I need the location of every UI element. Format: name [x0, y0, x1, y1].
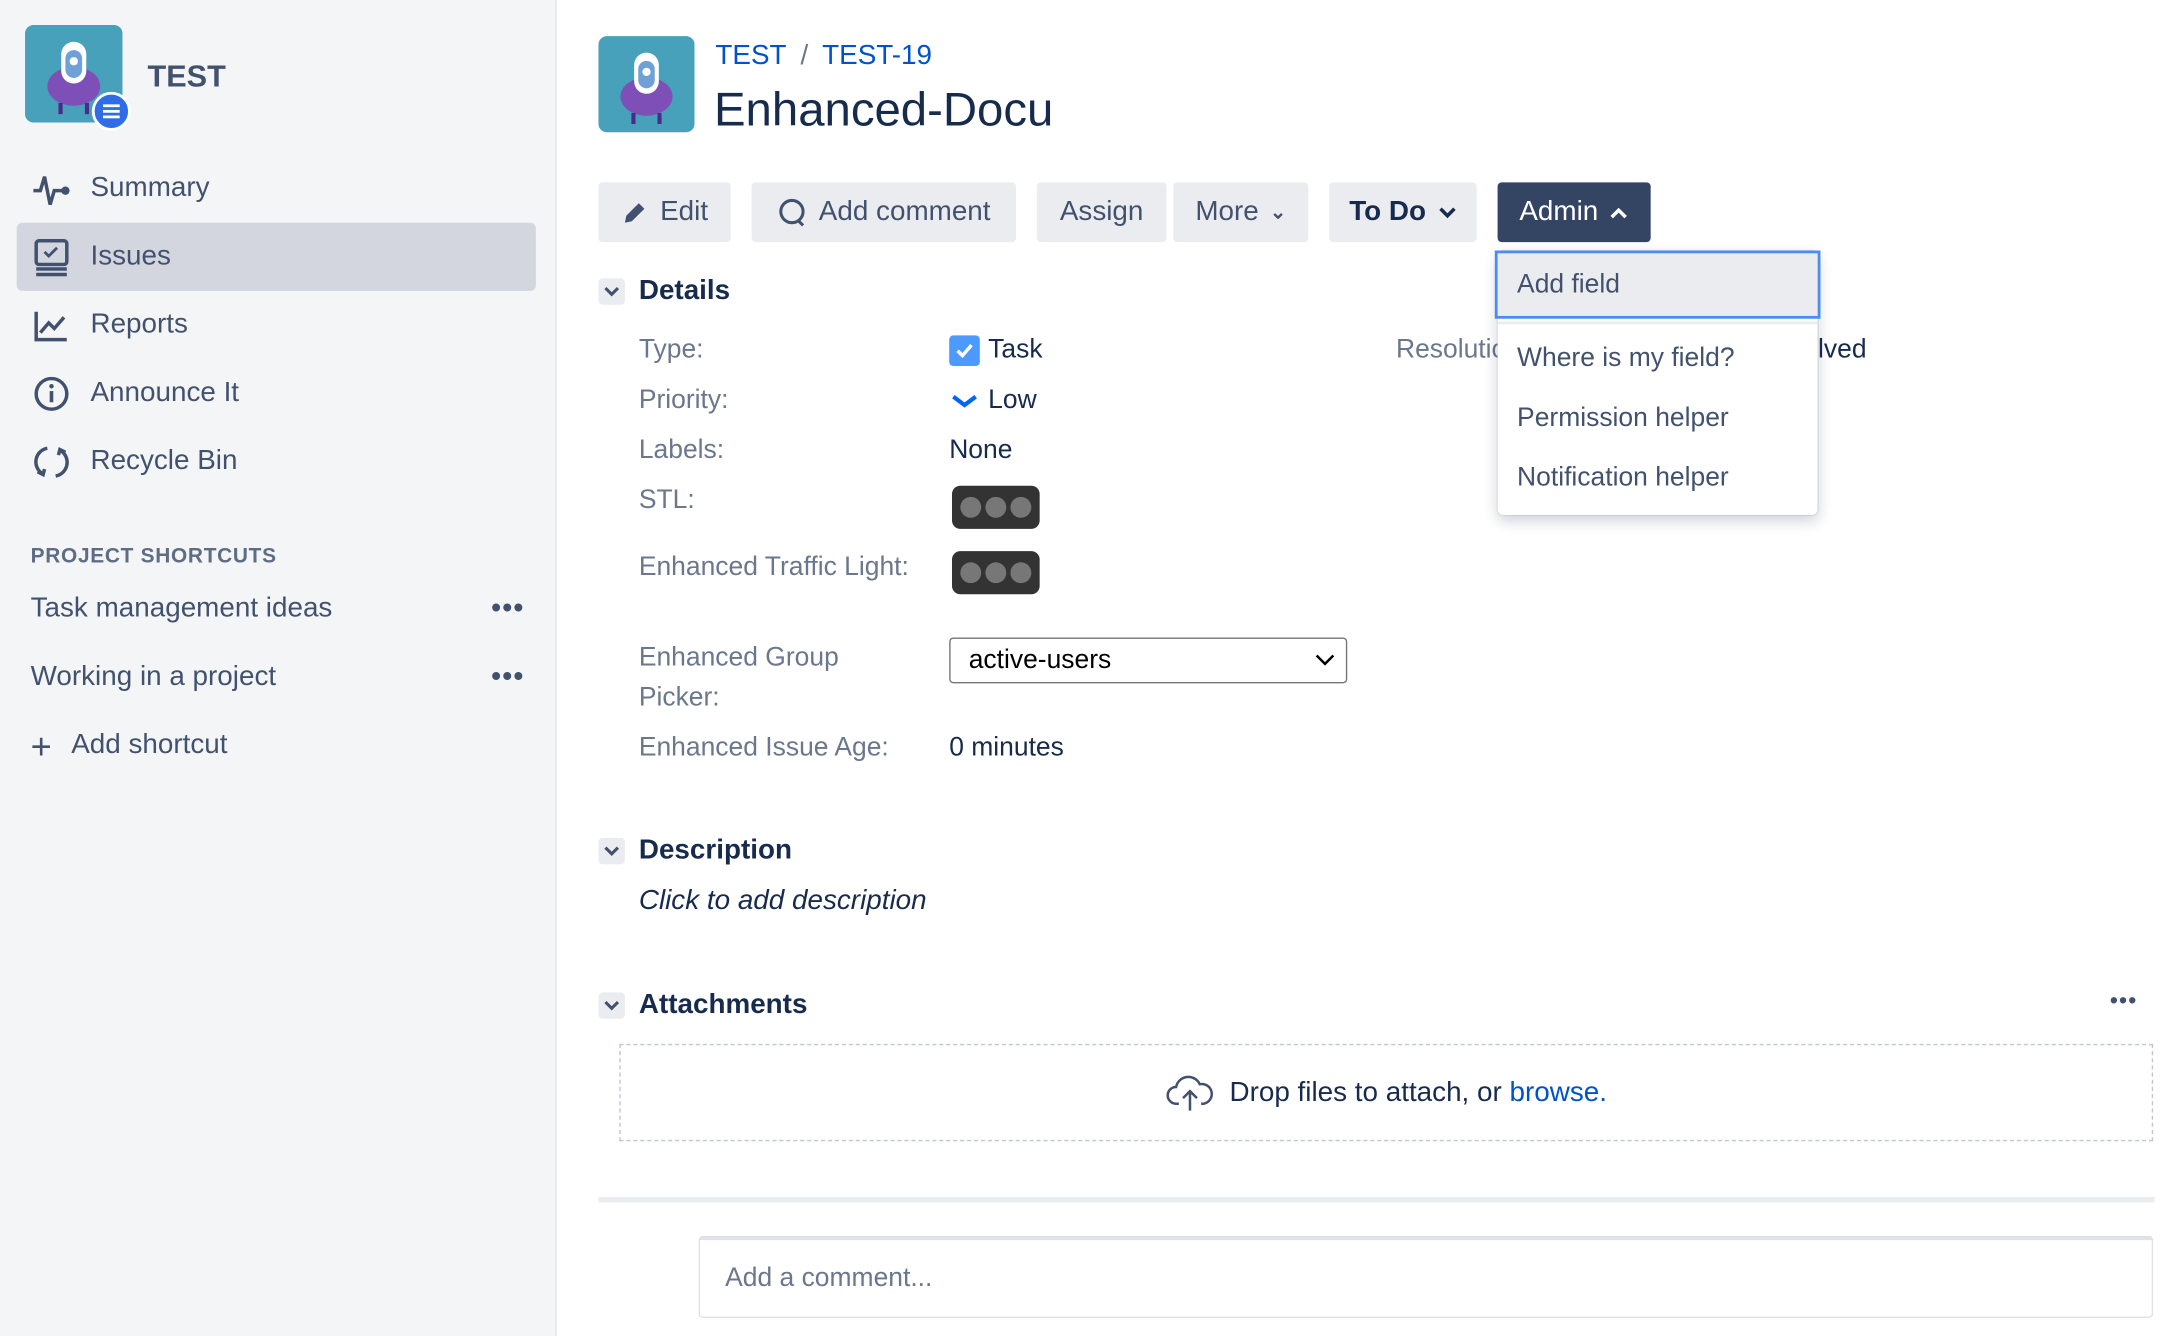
- type-value: Task: [949, 330, 1043, 370]
- labels-value: None: [949, 435, 1013, 465]
- sidebar-item-label: Summary: [90, 172, 210, 204]
- chevron-up-icon: [1610, 207, 1628, 218]
- chevron-down-icon: [1315, 654, 1335, 666]
- issue-age-label: Enhanced Issue Age:: [638, 733, 889, 763]
- project-name: TEST: [147, 58, 226, 94]
- edit-label: Edit: [660, 196, 709, 227]
- divider: [598, 1196, 2155, 1203]
- admin-dropdown-menu: Add field Where is my field? Permission …: [1494, 250, 1821, 515]
- issue-project-avatar: [598, 36, 695, 133]
- group-picker-label: Enhanced Group Picker:: [638, 643, 839, 713]
- activity-icon: [33, 175, 70, 205]
- attachments-section-toggle[interactable]: Attachments: [598, 990, 807, 1022]
- breadcrumb-issue[interactable]: TEST-19: [822, 40, 932, 72]
- details-section-toggle[interactable]: Details: [598, 276, 730, 308]
- sidebar: TEST Summary Issues Reports Announce It …: [0, 0, 557, 1336]
- status-label: To Do: [1349, 196, 1427, 227]
- issues-icon: [34, 238, 69, 276]
- chevron-down-icon: [598, 992, 625, 1019]
- sidebar-item-label: Announce It: [90, 377, 240, 408]
- drop-text: Drop files to attach, or: [1229, 1076, 1510, 1108]
- sidebar-item-label: Reports: [90, 308, 188, 340]
- sidebar-item-issues[interactable]: Issues: [16, 222, 536, 291]
- breadcrumb-project[interactable]: TEST: [715, 40, 786, 72]
- add-comment-label: Add comment: [818, 196, 991, 227]
- stl-traffic-light[interactable]: [951, 485, 1040, 529]
- browse-link[interactable]: browse.: [1510, 1077, 1607, 1108]
- group-picker-value: active-users: [968, 645, 1112, 675]
- chevron-down-icon: [598, 837, 625, 865]
- menu-item-add-field[interactable]: Add field: [1494, 250, 1821, 319]
- description-placeholder[interactable]: Click to add description: [639, 885, 927, 917]
- labels-label: Labels:: [638, 435, 725, 465]
- type-label: Type:: [638, 335, 704, 365]
- chevron-down-icon: ⌄: [1269, 200, 1287, 223]
- sidebar-item-label: Recycle Bin: [90, 445, 238, 476]
- task-icon: [949, 334, 980, 366]
- attachments-more-icon[interactable]: •••: [2110, 990, 2138, 1015]
- group-picker-select[interactable]: active-users: [949, 637, 1348, 684]
- menu-item-label: Notification helper: [1517, 463, 1729, 493]
- issue-age-value: 0 minutes: [949, 733, 1064, 763]
- menu-item-notification-helper[interactable]: Notification helper: [1498, 451, 1818, 507]
- menu-item-where-is-my-field[interactable]: Where is my field?: [1498, 331, 1818, 387]
- add-shortcut-button[interactable]: + Add shortcut: [30, 724, 525, 767]
- pencil-icon: [625, 202, 645, 222]
- more-label: More: [1195, 196, 1259, 227]
- shortcut-label[interactable]: Task management ideas: [31, 593, 333, 625]
- comment-icon: [779, 198, 806, 226]
- attachment-dropzone[interactable]: Drop files to attach, or browse.: [619, 1043, 2154, 1142]
- comment-input[interactable]: Add a comment...: [698, 1235, 2154, 1319]
- breadcrumb: TEST / TEST-19: [715, 40, 932, 72]
- menu-item-permission-helper[interactable]: Permission helper: [1498, 391, 1818, 447]
- sidebar-item-reports[interactable]: Reports: [17, 291, 536, 359]
- description-heading: Description: [638, 835, 792, 866]
- shortcut-item[interactable]: Task management ideas •••: [31, 593, 525, 625]
- sidebar-item-recycle-bin[interactable]: Recycle Bin: [17, 427, 536, 495]
- chart-icon: [34, 311, 67, 341]
- assign-label: Assign: [1059, 196, 1144, 227]
- priority-value: Low: [949, 380, 1037, 420]
- chevron-down-icon: [1438, 206, 1456, 218]
- admin-label: Admin: [1519, 196, 1599, 227]
- more-button[interactable]: More ⌄: [1173, 182, 1309, 243]
- cloud-upload-icon: [1167, 1075, 1214, 1111]
- details-heading: Details: [638, 275, 731, 307]
- priority-low-icon: [952, 394, 977, 407]
- menu-item-label: Permission helper: [1517, 403, 1729, 433]
- traffic-light-label: Enhanced Traffic Light:: [638, 552, 909, 582]
- sidebar-item-summary[interactable]: Summary: [17, 154, 536, 222]
- plus-icon: +: [30, 724, 52, 767]
- info-icon: [34, 376, 69, 411]
- priority-text: Low: [988, 385, 1037, 415]
- recycle-icon: [34, 445, 69, 478]
- edit-button[interactable]: Edit: [598, 182, 731, 243]
- priority-label: Priority:: [638, 385, 729, 415]
- assign-button[interactable]: Assign: [1036, 182, 1167, 243]
- menu-item-label: Where is my field?: [1517, 343, 1735, 374]
- shortcut-item[interactable]: Working in a project •••: [31, 661, 525, 693]
- more-icon[interactable]: •••: [491, 593, 524, 625]
- menu-separator: [1497, 321, 1818, 325]
- page-title: Enhanced-Docu: [713, 83, 1054, 137]
- more-icon[interactable]: •••: [491, 661, 524, 693]
- type-text: Task: [988, 335, 1043, 365]
- stl-label: STL:: [638, 485, 695, 515]
- add-shortcut-label: Add shortcut: [71, 729, 228, 760]
- enhanced-traffic-light[interactable]: [951, 551, 1040, 595]
- sidebar-item-announce-it[interactable]: Announce It: [17, 359, 536, 427]
- comment-placeholder: Add a comment...: [725, 1263, 933, 1293]
- status-button[interactable]: To Do: [1329, 182, 1477, 243]
- description-section-toggle[interactable]: Description: [598, 835, 792, 867]
- board-badge-icon: [91, 91, 131, 131]
- attachments-heading: Attachments: [638, 989, 808, 1021]
- menu-item-label: Add field: [1517, 269, 1620, 299]
- shortcuts-heading: PROJECT SHORTCUTS: [30, 544, 277, 568]
- shortcut-label[interactable]: Working in a project: [31, 661, 277, 693]
- chevron-down-icon: [598, 278, 625, 305]
- admin-button[interactable]: Admin: [1497, 182, 1651, 243]
- breadcrumb-separator: /: [800, 40, 809, 71]
- add-comment-button[interactable]: Add comment: [751, 182, 1017, 243]
- sidebar-item-label: Issues: [90, 240, 171, 272]
